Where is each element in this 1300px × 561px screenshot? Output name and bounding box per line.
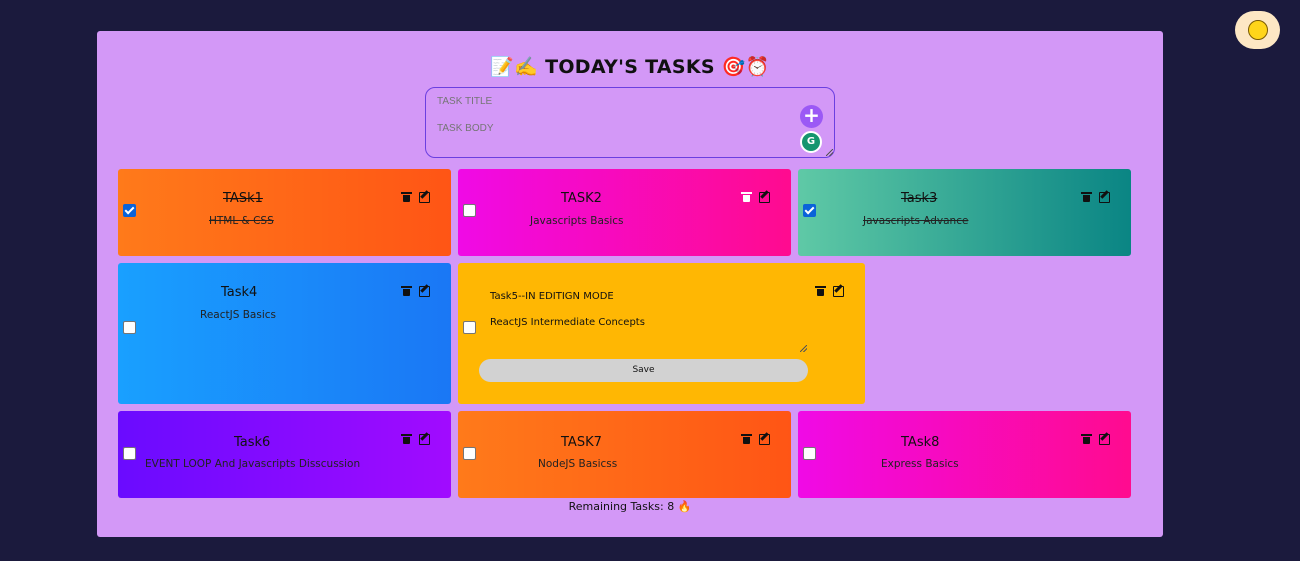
edit-icon[interactable] — [759, 434, 770, 445]
task-complete-checkbox[interactable] — [803, 447, 816, 460]
delete-icon[interactable] — [741, 434, 752, 444]
task-body: HTML & CSS — [209, 215, 274, 227]
save-button[interactable]: Save — [479, 359, 808, 382]
resize-grip[interactable] — [800, 345, 807, 352]
edit-icon[interactable] — [1099, 192, 1110, 203]
edit-icon[interactable] — [1099, 434, 1110, 445]
task-body: ReactJS Basics — [200, 309, 276, 321]
task-complete-checkbox[interactable] — [463, 321, 476, 334]
edit-icon[interactable] — [833, 286, 844, 297]
task-body: Javascripts Advance — [863, 215, 969, 227]
new-task-form: + G — [425, 87, 835, 158]
task-complete-checkbox[interactable] — [123, 204, 136, 217]
edit-title-field[interactable]: Task5--IN EDITIGN MODE — [490, 291, 614, 302]
task-card: TASk1 HTML & CSS — [118, 169, 451, 256]
delete-icon[interactable] — [1081, 434, 1092, 444]
task-complete-checkbox[interactable] — [123, 447, 136, 460]
edit-body-field[interactable]: ReactJS Intermediate Concepts — [490, 317, 645, 328]
task-title: TASK2 — [561, 191, 602, 206]
task-card-editing: Task5--IN EDITIGN MODE ReactJS Intermedi… — [458, 263, 865, 404]
task-complete-checkbox[interactable] — [123, 321, 136, 334]
task-complete-checkbox[interactable] — [463, 204, 476, 217]
edit-icon[interactable] — [419, 434, 430, 445]
delete-icon[interactable] — [401, 286, 412, 296]
task-card: Task4 ReactJS Basics — [118, 263, 451, 404]
delete-icon[interactable] — [1081, 192, 1092, 202]
task-title: TASk1 — [223, 191, 263, 206]
page-title: 📝✍️ TODAY'S TASKS 🎯⏰ — [490, 56, 770, 78]
sun-icon — [1243, 16, 1272, 44]
theme-toggle-button[interactable] — [1235, 11, 1280, 49]
task-body: NodeJS Basicss — [538, 458, 618, 470]
task-card: TAsk8 Express Basics — [798, 411, 1131, 498]
task-title: TAsk8 — [901, 435, 940, 450]
delete-icon[interactable] — [815, 286, 826, 296]
task-body: EVENT LOOP And Javascripts Disscussion — [145, 458, 361, 470]
edit-textarea[interactable]: Task5--IN EDITIGN MODE ReactJS Intermedi… — [482, 287, 808, 353]
task-body: Express Basics — [881, 458, 959, 470]
task-title: TASK7 — [561, 435, 602, 450]
task-body-input[interactable] — [437, 123, 777, 134]
task-title: Task3 — [901, 191, 938, 206]
task-card: Task3 Javascripts Advance — [798, 169, 1131, 256]
edit-icon[interactable] — [759, 192, 770, 203]
resize-grip[interactable] — [826, 149, 833, 156]
task-title-input[interactable] — [437, 96, 777, 107]
task-complete-checkbox[interactable] — [463, 447, 476, 460]
task-complete-checkbox[interactable] — [803, 204, 816, 217]
add-task-button[interactable]: + — [800, 105, 823, 128]
task-title: Task4 — [221, 285, 258, 300]
delete-icon[interactable] — [401, 434, 412, 444]
delete-icon[interactable] — [401, 192, 412, 202]
task-card: Task6 EVENT LOOP And Javascripts Disscus… — [118, 411, 451, 498]
tasks-panel: 📝✍️ TODAY'S TASKS 🎯⏰ + G TASk1 HTML & CS… — [97, 31, 1163, 537]
edit-icon[interactable] — [419, 286, 430, 297]
edit-icon[interactable] — [419, 192, 430, 203]
task-title: Task6 — [234, 435, 271, 450]
remaining-tasks-count: Remaining Tasks: 8 🔥 — [568, 500, 692, 513]
delete-icon[interactable] — [741, 192, 752, 202]
task-body: Javascripts Basics — [530, 215, 624, 227]
task-card: TASK2 Javascripts Basics — [458, 169, 791, 256]
grammar-check-icon[interactable]: G — [800, 131, 822, 153]
task-card: TASK7 NodeJS Basicss — [458, 411, 791, 498]
